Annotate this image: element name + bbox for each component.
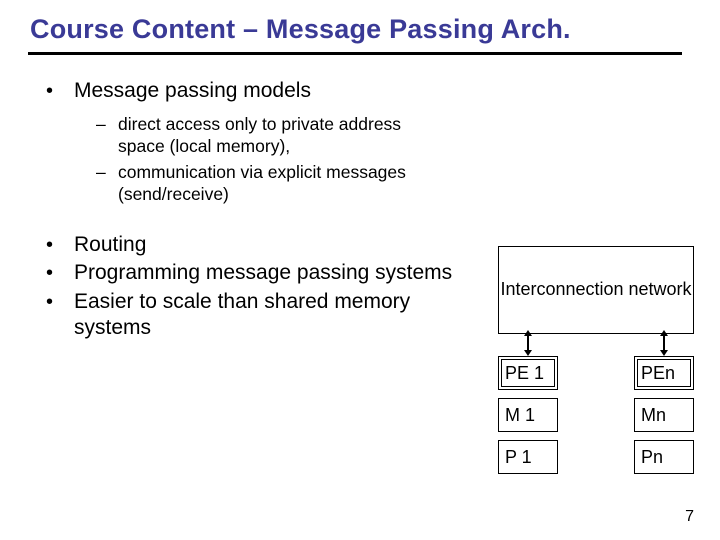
dash-icon xyxy=(96,162,118,206)
processor-label: P 1 xyxy=(505,447,532,468)
bullet-models: Message passing models xyxy=(40,78,680,104)
node-stack-1: PE 1 M 1 P 1 xyxy=(498,356,558,482)
dash-icon xyxy=(96,114,118,158)
network-label: Interconnection network xyxy=(500,279,691,301)
bullet-programming: Programming message passing systems xyxy=(40,260,460,286)
sub-bullet-2: communication via explicit messages (sen… xyxy=(96,162,680,206)
bullet-routing: Routing xyxy=(40,232,460,258)
bullet-text: Routing xyxy=(74,232,454,258)
pe-box: PE 1 xyxy=(498,356,558,390)
slide-title: Course Content – Message Passing Arch. xyxy=(30,14,571,45)
memory-box: Mn xyxy=(634,398,694,432)
bullet-scale: Easier to scale than shared memory syste… xyxy=(40,289,460,342)
processor-box: P 1 xyxy=(498,440,558,474)
double-arrow-icon xyxy=(663,334,665,352)
pe-label: PE 1 xyxy=(505,363,544,384)
interconnection-network-box: Interconnection network xyxy=(498,246,694,334)
node-stack-n: PEn Mn Pn xyxy=(634,356,694,482)
processor-label: Pn xyxy=(641,447,663,468)
bullet-icon xyxy=(40,289,74,342)
slide: Course Content – Message Passing Arch. M… xyxy=(0,0,720,540)
content-top: Message passing models direct access onl… xyxy=(40,78,680,218)
content-lower: Routing Programming message passing syst… xyxy=(40,232,460,343)
processor-box: Pn xyxy=(634,440,694,474)
architecture-diagram: Interconnection network PE 1 M 1 P 1 PEn… xyxy=(498,246,698,334)
sub-bullets: direct access only to private address sp… xyxy=(96,114,680,206)
sub-text: direct access only to private address sp… xyxy=(118,114,418,158)
page-number: 7 xyxy=(685,508,694,526)
memory-label: M 1 xyxy=(505,405,535,426)
memory-box: M 1 xyxy=(498,398,558,432)
pe-label: PEn xyxy=(641,363,675,384)
title-underline xyxy=(28,52,682,55)
bullet-icon xyxy=(40,260,74,286)
sub-text: communication via explicit messages (sen… xyxy=(118,162,418,206)
sub-bullet-1: direct access only to private address sp… xyxy=(96,114,680,158)
bullet-text: Message passing models xyxy=(74,78,680,104)
bullet-text: Easier to scale than shared memory syste… xyxy=(74,289,454,342)
memory-label: Mn xyxy=(641,405,666,426)
bullet-icon xyxy=(40,78,74,104)
double-arrow-icon xyxy=(527,334,529,352)
bullet-text: Programming message passing systems xyxy=(74,260,454,286)
bullet-icon xyxy=(40,232,74,258)
pe-box: PEn xyxy=(634,356,694,390)
